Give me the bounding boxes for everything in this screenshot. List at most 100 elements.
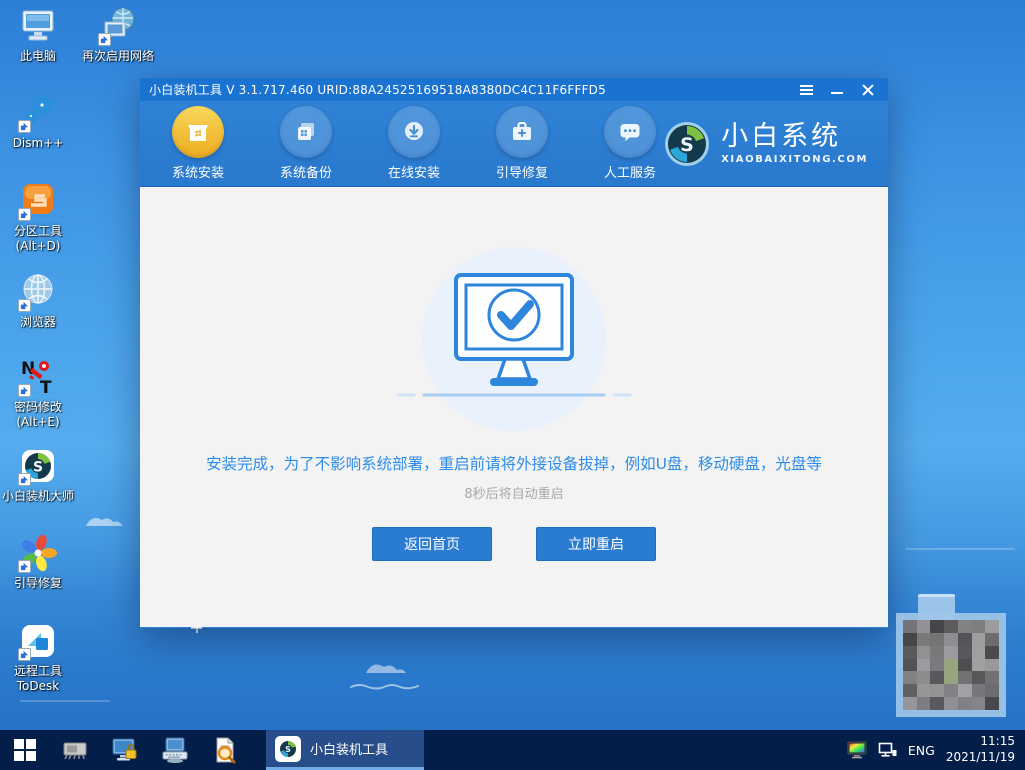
desktop-icon-xiaobai-master[interactable]: S 小白装机大师 — [0, 446, 77, 504]
taskbar-icon-pc-lock[interactable] — [100, 730, 150, 770]
brand-name: 小白系统 — [721, 122, 868, 152]
cloud — [84, 512, 124, 528]
system-install-icon — [172, 106, 224, 158]
desktop-icon-password-reset[interactable]: N T 密码修改 (Alt+E) — [0, 357, 77, 430]
wave-line — [350, 682, 420, 690]
tray-time: 11:15 — [946, 734, 1015, 750]
shortcut-arrow-icon — [18, 648, 31, 661]
system-tray: ENG 11:15 2021/11/19 — [847, 730, 1025, 770]
taskbar-app-label: 小白装机工具 — [310, 739, 388, 758]
desktop-icon-enable-network[interactable]: 再次启用网络 — [76, 6, 160, 64]
window-title: 小白装机工具 V 3.1.717.460 URID:88A24525169518… — [149, 81, 606, 98]
shortcut-arrow-icon — [18, 560, 31, 573]
desktop-icon-label: (Alt+E) — [0, 415, 77, 430]
desktop-icon-dism[interactable]: Dism++ — [0, 93, 77, 151]
minimize-button[interactable] — [826, 80, 848, 99]
start-button[interactable] — [0, 730, 50, 770]
xiaobai-app-icon: S — [275, 736, 301, 762]
nav-item-system-install[interactable]: 系统安装 — [166, 106, 230, 181]
xiaobai-logo-icon: S — [663, 120, 711, 168]
desktop-icon-label: ToDesk — [0, 679, 77, 694]
pc-lock-icon — [110, 735, 140, 765]
menu-button[interactable] — [795, 80, 817, 99]
svg-text:S: S — [680, 134, 694, 156]
brand-site: XIAOBAIXITONG.COM — [721, 154, 868, 165]
qr-code-blurred — [896, 613, 1006, 717]
wave-line — [905, 548, 1015, 550]
wave-line — [20, 700, 110, 702]
nav-item-label: 引导修复 — [490, 162, 554, 181]
clock[interactable]: 11:15 2021/11/19 — [946, 734, 1015, 765]
nav-item-label: 系统备份 — [274, 162, 338, 181]
nav-item-label: 在线安装 — [382, 162, 446, 181]
restart-countdown: 8秒后将自动重启 — [140, 483, 888, 502]
shortcut-arrow-icon — [18, 384, 31, 397]
display-color-icon[interactable] — [847, 741, 867, 759]
cpu-chip-icon — [60, 735, 90, 765]
tray-date: 2021/11/19 — [946, 750, 1015, 766]
restart-now-button[interactable]: 立即重启 — [536, 527, 656, 561]
boot-repair-nav-icon — [496, 106, 548, 158]
system-backup-icon — [280, 106, 332, 158]
desktop-icon-browser[interactable]: 浏览器 — [0, 272, 77, 330]
taskbar-icon-cpu[interactable] — [50, 730, 100, 770]
desktop-icon-label: Dism++ — [0, 136, 77, 151]
desktop-icon-label: (Alt+D) — [0, 239, 77, 254]
minimize-icon — [831, 92, 843, 94]
desktop: 此电脑 再次启用网络 Dism++ — [0, 0, 1025, 770]
window-content: 安装完成，为了不影响系统部署，重启前请将外接设备拔掉，例如U盘，移动硬盘，光盘等… — [140, 187, 888, 627]
desktop-icon-label: 密码修改 — [0, 400, 77, 415]
desktop-icon-label: 远程工具 — [0, 664, 77, 679]
language-indicator[interactable]: ENG — [908, 743, 935, 758]
main-nav: 系统安装 系统备份 在线安装 — [166, 106, 662, 181]
brand-logo: S 小白系统 XIAOBAIXITONG.COM — [663, 120, 868, 168]
nav-item-label: 人工服务 — [598, 162, 662, 181]
success-illustration — [140, 187, 888, 436]
desktop-icon-partition-tool[interactable]: 分区工具 (Alt+D) — [0, 181, 77, 254]
taskbar: S 小白装机工具 ENG 11:15 2021/11/19 — [0, 730, 1025, 770]
nav-item-boot-repair[interactable]: 引导修复 — [490, 106, 554, 181]
nav-item-system-backup[interactable]: 系统备份 — [274, 106, 338, 181]
shortcut-arrow-icon — [98, 33, 111, 46]
nav-item-online-install[interactable]: 在线安装 — [382, 106, 446, 181]
desktop-icon-boot-repair[interactable]: 引导修复 — [0, 533, 77, 591]
taskbar-active-app[interactable]: S 小白装机工具 — [266, 730, 424, 770]
nav-item-label: 系统安装 — [166, 162, 230, 181]
online-install-icon — [388, 106, 440, 158]
desktop-icon-label: 此电脑 — [0, 49, 77, 64]
desktop-icon-label: 浏览器 — [0, 315, 77, 330]
window-titlebar: 小白装机工具 V 3.1.717.460 URID:88A24525169518… — [140, 78, 888, 101]
svg-text:T: T — [40, 378, 52, 397]
taskbar-icon-search-file[interactable] — [200, 730, 250, 770]
back-home-button[interactable]: 返回首页 — [372, 527, 492, 561]
app-window: 小白装机工具 V 3.1.717.460 URID:88A24525169518… — [140, 78, 888, 628]
taskbar-icon-keyboard[interactable] — [150, 730, 200, 770]
desktop-icon-this-pc[interactable]: 此电脑 — [0, 6, 77, 64]
shortcut-arrow-icon — [18, 120, 31, 133]
svg-text:S: S — [33, 460, 43, 476]
desktop-icon-label: 引导修复 — [0, 576, 77, 591]
action-buttons: 返回首页 立即重启 — [140, 527, 888, 561]
nav-item-support[interactable]: 人工服务 — [598, 106, 662, 181]
close-button[interactable] — [857, 80, 879, 99]
menu-icon — [800, 89, 813, 91]
window-controls — [795, 80, 879, 99]
svg-text:S: S — [285, 745, 291, 754]
qr-mosaic — [903, 620, 999, 710]
desktop-icon-label: 分区工具 — [0, 224, 77, 239]
desktop-icon-label: 再次启用网络 — [76, 49, 160, 64]
shortcut-arrow-icon — [18, 299, 31, 312]
install-complete-message: 安装完成，为了不影响系统部署，重启前请将外接设备拔掉，例如U盘，移动硬盘，光盘等 — [140, 452, 888, 474]
this-pc-icon — [18, 6, 58, 46]
shortcut-arrow-icon — [18, 208, 31, 221]
keyboard-monitor-icon — [160, 735, 190, 765]
cloud — [364, 658, 408, 676]
close-icon — [862, 84, 874, 96]
shortcut-arrow-icon — [18, 473, 31, 486]
network-icon[interactable] — [878, 742, 897, 758]
windows-logo-icon — [14, 739, 36, 761]
support-chat-icon — [604, 106, 656, 158]
desktop-icon-todesk[interactable]: 远程工具 ToDesk — [0, 621, 77, 694]
window-header: 系统安装 系统备份 在线安装 — [140, 101, 888, 187]
desktop-icon-label: 小白装机大师 — [0, 489, 77, 504]
